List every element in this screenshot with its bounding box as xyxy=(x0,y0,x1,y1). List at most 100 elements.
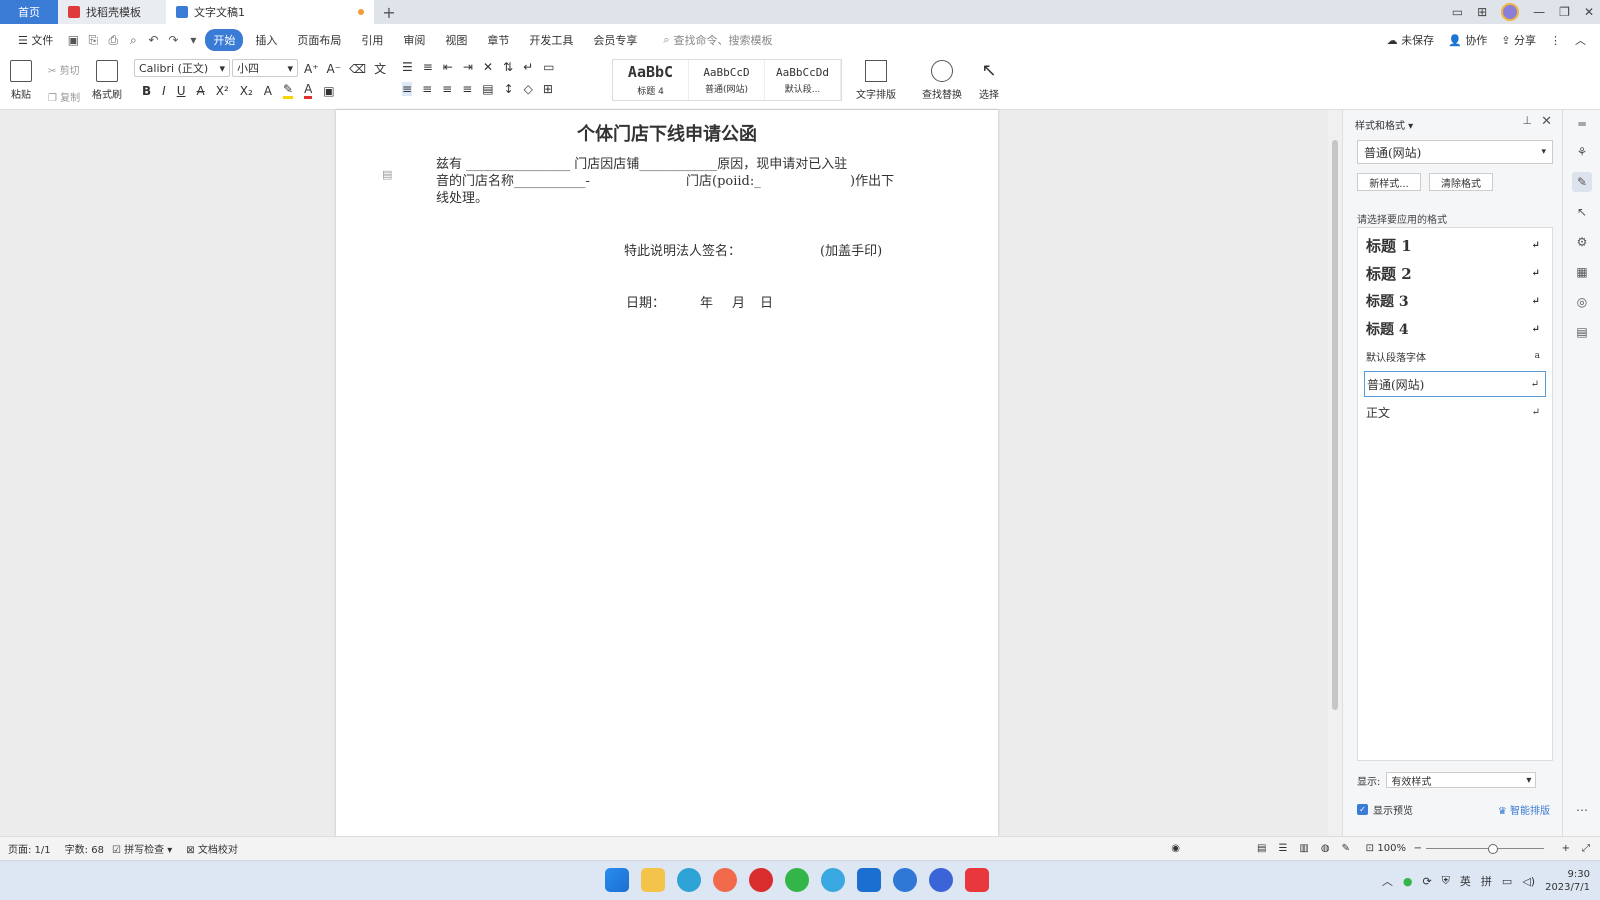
export-icon[interactable]: ⎘ xyxy=(85,32,101,48)
grid-apps-icon[interactable]: ⊞ xyxy=(1477,5,1487,19)
new-tab-button[interactable]: + xyxy=(374,0,404,24)
network-icon[interactable]: ▭ xyxy=(1502,875,1512,888)
ruler-icon[interactable]: ▭ xyxy=(543,60,554,74)
char-border-icon[interactable]: ▣ xyxy=(323,84,334,98)
document-page[interactable]: ▤ 个体门店下线申请公函 兹有 ________________ 门店因店铺__… xyxy=(336,110,998,836)
style-heading-2[interactable]: 标题 2 ↵ xyxy=(1364,260,1546,286)
redo-icon[interactable]: ↷ xyxy=(165,32,181,48)
avatar[interactable] xyxy=(1501,3,1520,21)
zoom-level[interactable]: 100% xyxy=(1377,843,1406,854)
image-pane-icon[interactable]: ▦ xyxy=(1572,262,1592,282)
text-layout-button[interactable]: 文字排版 xyxy=(856,60,896,101)
chinese-layout-icon[interactable]: ✕ xyxy=(483,60,493,74)
store-app-icon[interactable] xyxy=(857,868,881,892)
menu-review[interactable]: 审阅 xyxy=(395,29,433,51)
sort-icon[interactable]: ⇅ xyxy=(503,60,513,74)
save-icon[interactable]: ▣ xyxy=(65,32,81,48)
menu-view[interactable]: 视图 xyxy=(437,29,475,51)
align-left-icon[interactable]: ≡ xyxy=(402,82,413,96)
justify-icon[interactable]: ≡ xyxy=(462,82,472,96)
align-right-icon[interactable]: ≡ xyxy=(442,82,452,96)
strikethrough-icon[interactable]: A xyxy=(197,84,205,98)
outdent-icon[interactable]: ⇤ xyxy=(443,60,453,74)
restore-button[interactable]: ❐ xyxy=(1559,5,1570,19)
unsaved-button[interactable]: ☁ 未保存 xyxy=(1387,32,1435,48)
minimize-button[interactable]: — xyxy=(1533,5,1545,19)
location-icon[interactable]: ◎ xyxy=(1572,292,1592,312)
select-button[interactable]: ↖ 选择 xyxy=(978,60,1000,101)
style-heading-4[interactable]: 标题 4 ↵ xyxy=(1364,316,1546,342)
file-explorer-icon[interactable] xyxy=(641,868,665,892)
format-painter-button[interactable]: 格式刷 xyxy=(92,60,122,101)
web-view-icon[interactable]: ◍ xyxy=(1321,843,1330,854)
file-menu[interactable]: ☰ 文件 xyxy=(10,29,61,51)
more-icon[interactable]: ⋮ xyxy=(1550,34,1561,47)
sync-icon[interactable]: ⟳ xyxy=(1422,875,1431,888)
eye-protect-icon[interactable]: ◉ xyxy=(1171,843,1180,854)
read-view-icon[interactable]: ▥ xyxy=(1299,843,1308,854)
proofread-button[interactable]: ⊠ 文档校对 xyxy=(186,841,238,856)
menu-home[interactable]: 开始 xyxy=(205,29,244,51)
style-default-font[interactable]: 默认段落字体 a xyxy=(1364,343,1546,369)
paragraph-handle-icon[interactable]: ▤ xyxy=(382,168,392,181)
gallery-style-default[interactable]: AaBbCcDd 默认段... xyxy=(765,60,841,100)
cloud-app-icon[interactable] xyxy=(713,868,737,892)
page-count[interactable]: 页面: 1/1 xyxy=(8,841,51,856)
brush-icon[interactable]: ⚘ xyxy=(1572,142,1592,162)
windows-start-icon[interactable] xyxy=(605,868,629,892)
settings-sliders-icon[interactable]: ⚙ xyxy=(1572,232,1592,252)
chat-app-icon[interactable] xyxy=(929,868,953,892)
menu-page-layout[interactable]: 页面布局 xyxy=(289,29,349,51)
numbering-icon[interactable]: ≡ xyxy=(423,60,433,74)
collab-button[interactable]: 👤 协作 xyxy=(1448,32,1487,48)
cut-button[interactable]: ✂ 剪切 xyxy=(48,62,80,77)
subscript-icon[interactable]: X₂ xyxy=(240,84,253,98)
paste-button[interactable]: 粘贴 xyxy=(10,60,32,101)
edge-browser-icon[interactable] xyxy=(677,868,701,892)
clock[interactable]: 9:30 2023/7/1 xyxy=(1545,868,1590,894)
shrink-font-icon[interactable]: A⁻ xyxy=(327,62,342,76)
superscript-icon[interactable]: X² xyxy=(216,84,229,98)
outline-view-icon[interactable]: ☰ xyxy=(1278,843,1287,854)
zoom-slider-thumb[interactable] xyxy=(1488,844,1498,854)
indent-icon[interactable]: ⇥ xyxy=(463,60,473,74)
security-icon[interactable]: ⛨ xyxy=(1442,874,1450,888)
ime-mode[interactable]: 拼 xyxy=(1481,873,1492,889)
wps-office-icon[interactable] xyxy=(965,868,989,892)
menu-insert[interactable]: 插入 xyxy=(247,29,285,51)
style-body[interactable]: 正文 ↵ xyxy=(1364,399,1546,425)
zoom-in-icon[interactable]: + xyxy=(1562,843,1570,854)
close-window-button[interactable]: ✕ xyxy=(1584,5,1594,19)
command-search[interactable]: ⌕ 查找命令、搜索模板 xyxy=(663,32,772,48)
tab-home[interactable]: 首页 xyxy=(0,0,58,24)
zoom-out-icon[interactable]: − xyxy=(1414,843,1422,854)
close-icon[interactable]: ✕ xyxy=(1541,114,1552,129)
highlight-icon[interactable]: ✎ xyxy=(283,82,294,99)
align-center-icon[interactable]: ≡ xyxy=(422,82,432,96)
write-view-icon[interactable]: ✎ xyxy=(1342,843,1350,854)
font-size-select[interactable]: 小四 ▾ xyxy=(232,59,298,77)
show-filter-select[interactable]: 有效样式 ▾ xyxy=(1386,772,1537,788)
wechat-tray-icon[interactable]: ● xyxy=(1403,875,1413,888)
preview-icon[interactable]: ⌕ xyxy=(125,32,141,48)
borders-icon[interactable]: ⊞ xyxy=(543,82,553,96)
styles-pane-icon[interactable]: ✎ xyxy=(1572,172,1592,192)
style-heading-1[interactable]: 标题 1 ↵ xyxy=(1364,232,1546,258)
font-family-select[interactable]: Calibri (正文) ▾ xyxy=(134,59,230,77)
underline-icon[interactable]: U xyxy=(177,84,186,98)
scroll-thumb[interactable] xyxy=(1332,140,1338,710)
vertical-scrollbar[interactable] xyxy=(1328,110,1342,836)
tab-template[interactable]: 找稻壳模板 xyxy=(58,0,166,24)
wechat-icon[interactable] xyxy=(785,868,809,892)
tab-document[interactable]: 文字文稿1 xyxy=(166,0,374,24)
menu-developer[interactable]: 开发工具 xyxy=(521,29,581,51)
share-button[interactable]: ⇪ 分享 xyxy=(1501,32,1536,48)
line-spacing-icon[interactable]: ↕ xyxy=(504,82,514,96)
fullscreen-icon[interactable]: ⤢ xyxy=(1582,843,1590,854)
customize-icon[interactable]: ▾ xyxy=(185,32,201,48)
show-marks-icon[interactable]: ↵ xyxy=(523,60,533,74)
word-count[interactable]: 字数: 68 xyxy=(65,841,104,856)
italic-icon[interactable]: I xyxy=(162,84,166,98)
find-replace-button[interactable]: 查找替换 xyxy=(922,60,962,101)
spell-check-button[interactable]: ☑ 拼写检查 ▾ xyxy=(112,841,172,856)
